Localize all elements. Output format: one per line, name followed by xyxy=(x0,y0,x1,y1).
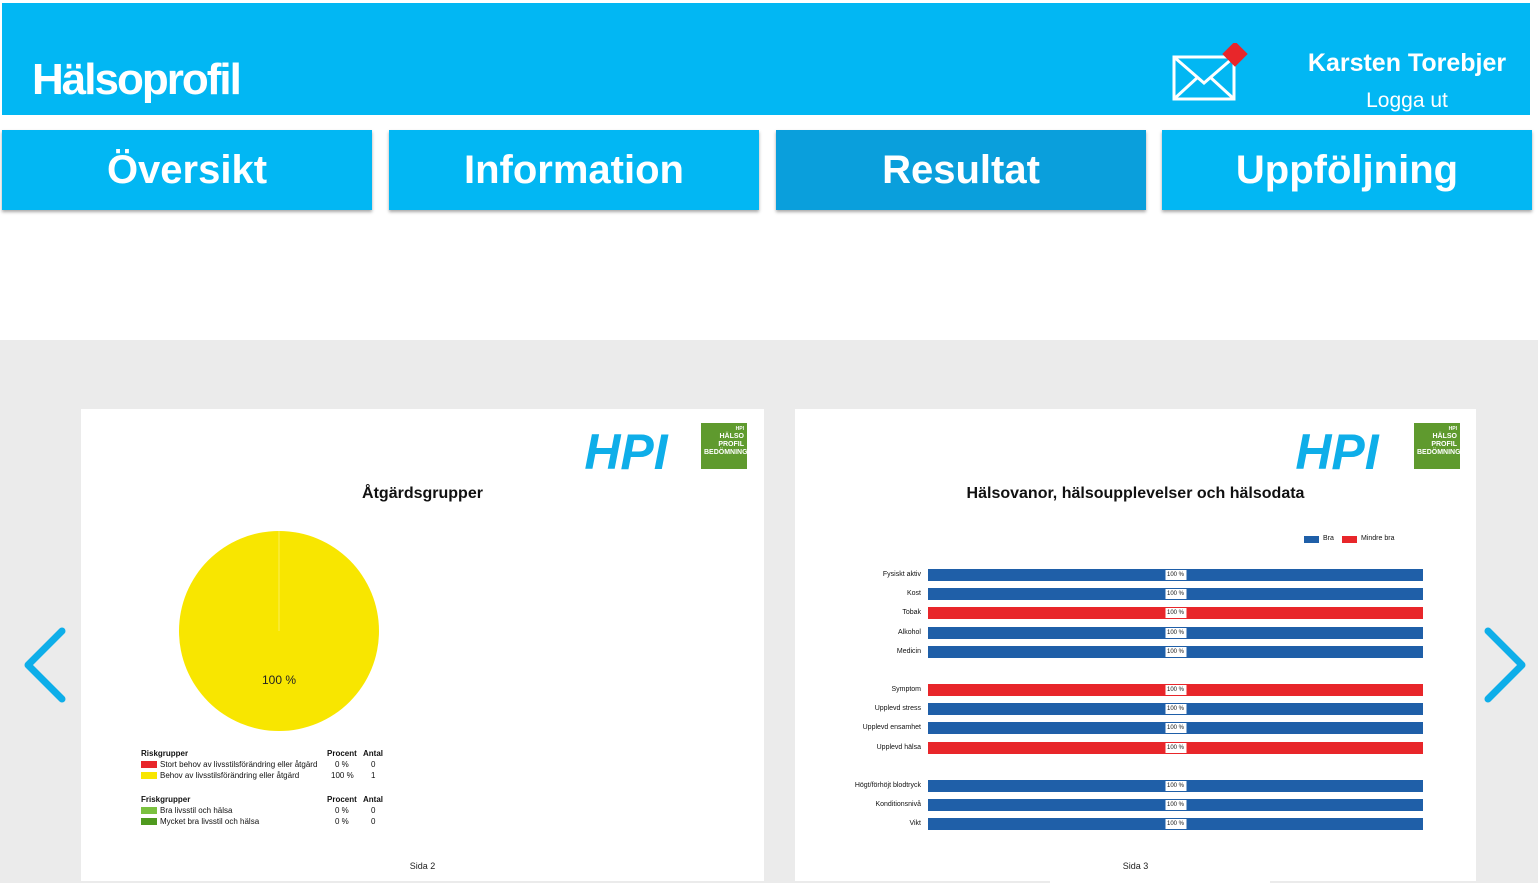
halsoprofil-badge: HPI HÄLSO PROFIL BEDÖMNING xyxy=(701,423,748,469)
bar: 100 % xyxy=(928,818,1423,831)
legend-col-percent: Procent xyxy=(327,749,357,758)
tab-information[interactable]: Information xyxy=(389,130,759,210)
user-name[interactable]: Karsten Torebjer xyxy=(1302,49,1512,78)
bar-value-label: 100 % xyxy=(1164,819,1187,830)
legend-swatch-darkgreen xyxy=(141,818,157,825)
legend-row-label: Behov av livsstilsförändring eller åtgär… xyxy=(160,771,300,780)
bar-value-label: 100 % xyxy=(1164,646,1187,657)
legend-row-label: Bra livsstil och hälsa xyxy=(160,806,233,815)
hpi-logo: HPI xyxy=(584,424,668,477)
chevron-right-icon[interactable] xyxy=(1482,625,1532,705)
tab-oversikt[interactable]: Översikt xyxy=(2,130,372,210)
svg-text:HPI: HPI xyxy=(1295,424,1379,477)
bar-value-label: 100 % xyxy=(1164,704,1187,715)
bar-value-label: 100 % xyxy=(1164,723,1187,734)
legend-row-percent: 100 % xyxy=(331,771,354,780)
legend-swatch-mindre-bra xyxy=(1342,536,1357,543)
legend-row-label: Mycket bra livsstil och hälsa xyxy=(160,817,260,826)
report-page-right: HPI HPI HÄLSO PROFIL BEDÖMNING Hälsovano… xyxy=(795,409,1476,881)
hpi-logo: HPI xyxy=(1295,424,1379,477)
bar-category-label: Konditionsnivå xyxy=(875,801,921,808)
legend-row-count: 0 xyxy=(371,760,376,769)
legend-swatch-red xyxy=(141,761,157,768)
legend-label-mindre-bra: Mindre bra xyxy=(1361,535,1395,542)
halsoprofil-badge: HPI HÄLSO PROFIL BEDÖMNING xyxy=(1414,423,1461,469)
legend-healthy-title: Friskgrupper xyxy=(141,795,191,804)
bar: 100 % xyxy=(928,703,1423,716)
scrollbar-thumb[interactable] xyxy=(1050,879,1270,883)
legend-row-percent: 0 % xyxy=(335,806,349,815)
bar-value-label: 100 % xyxy=(1164,800,1187,810)
bar-value-label: 100 % xyxy=(1164,627,1187,638)
legend-label-bra: Bra xyxy=(1323,535,1334,542)
bar-category-label: Alkohol xyxy=(898,628,921,636)
bar-value-label: 100 % xyxy=(1164,589,1187,600)
bar-value-label: 100 % xyxy=(1164,742,1187,753)
bar: 100 % xyxy=(928,741,1423,754)
bar: 100 % xyxy=(928,588,1423,601)
page-number: Sida 3 xyxy=(1122,861,1149,871)
legend-swatch-lightgreen xyxy=(141,807,157,814)
header-area: Hälsoprofil Karsten Torebjer Logga ut Öv… xyxy=(0,0,1538,340)
bar: 100 % xyxy=(928,607,1423,620)
bar-value-label: 100 % xyxy=(1164,608,1187,619)
legend-row-count: 0 xyxy=(371,817,376,826)
bar-category-label: Symptom xyxy=(891,686,921,693)
legend-row-percent: 0 % xyxy=(335,760,349,769)
bar: 100 % xyxy=(928,779,1423,792)
bar-category-label: Fysiskt aktiv xyxy=(882,571,921,578)
page-heading: Hälsovanor, hälsoupplevelser och hälsoda… xyxy=(966,485,1305,502)
legend-row-label: Stort behov av livsstilsförändring eller… xyxy=(160,760,318,769)
legend-row-count: 0 xyxy=(371,806,376,815)
bar-category-label: Kost xyxy=(906,590,921,598)
bar-value-label: 100 % xyxy=(1164,780,1187,791)
bar-category-label: Upplevd stress xyxy=(874,705,921,713)
legend-risk-title: Riskgrupper xyxy=(141,749,189,758)
svg-text:HPI: HPI xyxy=(584,424,668,477)
bar: 100 % xyxy=(928,722,1423,735)
bar-category-label: Medicin xyxy=(896,647,921,655)
legend-col-count: Antal xyxy=(363,795,383,804)
legend-col-count: Antal xyxy=(363,749,383,758)
top-bar: Hälsoprofil Karsten Torebjer Logga ut xyxy=(2,3,1530,115)
bar: 100 % xyxy=(928,645,1423,658)
mail-icon[interactable] xyxy=(1172,43,1252,107)
legend-swatch-yellow xyxy=(141,772,157,779)
page-number: Sida 2 xyxy=(409,861,436,871)
bar: 100 % xyxy=(928,569,1423,581)
pie-chart: 100 % xyxy=(179,531,379,731)
legend-row-count: 1 xyxy=(371,771,376,780)
legend-col-percent: Procent xyxy=(327,795,357,804)
bar-category-label: Upplevd ensamhet xyxy=(862,724,921,732)
legend-swatch-bra xyxy=(1304,536,1319,543)
bar-category-label: Högt/förhöjt blodtryck xyxy=(854,781,921,789)
bar: 100 % xyxy=(928,626,1423,639)
bar-category-label: Vikt xyxy=(909,820,921,828)
legend-row-percent: 0 % xyxy=(335,817,349,826)
tab-resultat[interactable]: Resultat xyxy=(776,130,1146,210)
app-title: Hälsoprofil xyxy=(32,55,242,104)
pie-slice-label: 100 % xyxy=(262,673,296,687)
bar-category-label: Tobak xyxy=(902,609,921,617)
bar-value-label: 100 % xyxy=(1164,570,1187,580)
bar: 100 % xyxy=(928,799,1423,811)
page-heading: Åtgärdsgrupper xyxy=(362,485,483,502)
tab-uppfoljning[interactable]: Uppföljning xyxy=(1162,130,1532,210)
bar-category-label: Upplevd hälsa xyxy=(876,743,921,751)
bar-value-label: 100 % xyxy=(1164,685,1187,695)
chevron-left-icon[interactable] xyxy=(18,625,68,705)
logout-link[interactable]: Logga ut xyxy=(1302,89,1512,113)
bar: 100 % xyxy=(928,684,1423,696)
report-page-left: HPI HPI HÄLSO PROFIL BEDÖMNING Åtgärdsgr… xyxy=(81,409,764,881)
